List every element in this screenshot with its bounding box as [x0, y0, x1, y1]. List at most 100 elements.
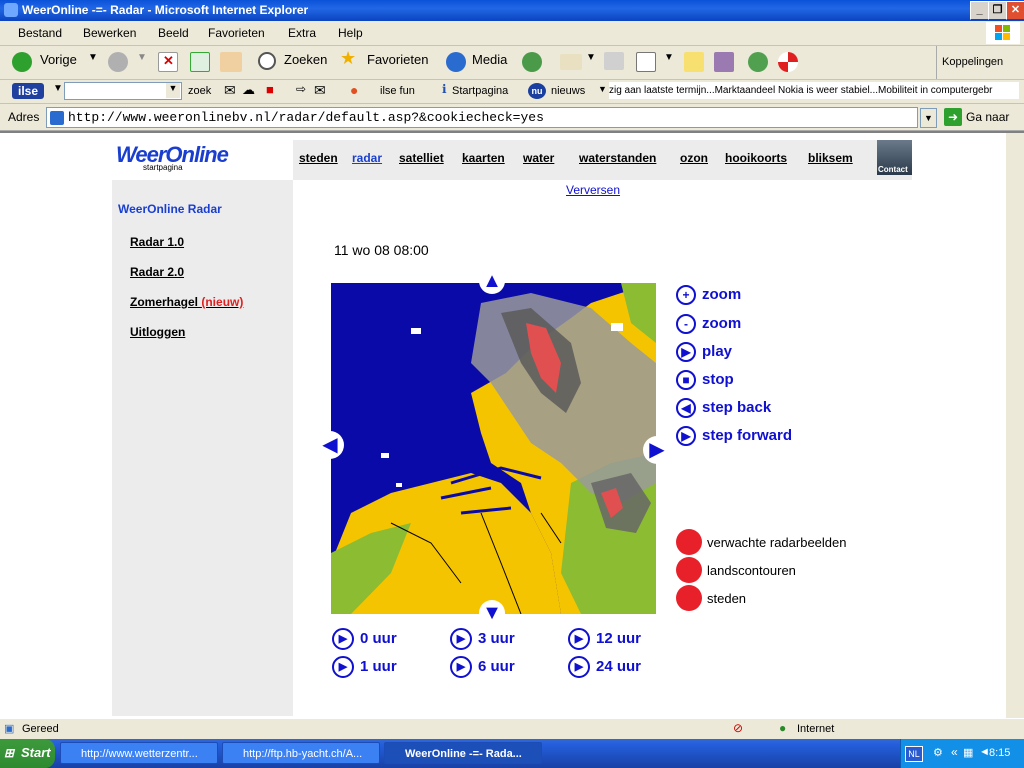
menu-help[interactable]: Help: [338, 26, 363, 40]
nav-steden[interactable]: steden: [299, 151, 338, 165]
address-dropdown-icon[interactable]: ▼: [920, 108, 937, 128]
sidebar-item-logout[interactable]: Uitloggen: [130, 325, 185, 339]
research-icon[interactable]: [714, 52, 734, 72]
messenger-icon[interactable]: [748, 52, 768, 72]
pan-down-icon[interactable]: ▼: [479, 600, 505, 626]
car-icon[interactable]: ■: [266, 82, 274, 97]
zoom-out-button[interactable]: - zoom: [676, 314, 741, 334]
discuss-icon[interactable]: [684, 52, 704, 72]
favorites-icon[interactable]: ★: [340, 48, 356, 69]
media-icon[interactable]: [446, 52, 466, 72]
search-button[interactable]: Zoeken: [284, 52, 327, 67]
nav-kaarten[interactable]: kaarten: [462, 151, 505, 165]
go-button[interactable]: Ga naar: [966, 110, 1009, 124]
site-logo-sub[interactable]: startpagina: [143, 163, 183, 172]
startpagina-link[interactable]: Startpagina: [452, 85, 508, 97]
task-button-1[interactable]: http://www.wetterzentr...: [60, 742, 218, 764]
edit-dropdown-icon[interactable]: ▼: [664, 52, 674, 63]
arrow-icon[interactable]: ⇨: [296, 82, 306, 96]
hour-button-1[interactable]: ▶ 1 uur: [332, 656, 397, 678]
search-icon[interactable]: [258, 52, 276, 70]
ilse-search-input[interactable]: [64, 82, 182, 100]
news-dropdown-icon[interactable]: ▼: [598, 84, 607, 94]
addon-icon[interactable]: [778, 52, 798, 72]
refresh-link[interactable]: Verversen: [566, 183, 620, 197]
refresh-icon[interactable]: [190, 52, 210, 72]
history-icon[interactable]: [522, 52, 542, 72]
minimize-button[interactable]: _: [970, 1, 989, 20]
network-icon[interactable]: ▦: [963, 746, 973, 759]
nav-satelliet[interactable]: satelliet: [399, 151, 444, 165]
language-indicator[interactable]: NL: [905, 746, 923, 762]
links-button[interactable]: Koppelingen: [942, 56, 1003, 68]
nav-ozon[interactable]: ozon: [680, 151, 708, 165]
menu-favorites[interactable]: Favorieten: [208, 26, 265, 40]
nav-hooikoorts[interactable]: hooikoorts: [725, 151, 787, 165]
nav-water[interactable]: water: [523, 151, 554, 165]
ilse-logo[interactable]: ilse: [12, 83, 44, 99]
tray-expand-icon[interactable]: «: [951, 745, 958, 759]
go-icon[interactable]: ➜: [944, 108, 962, 126]
layer-toggle-forecast[interactable]: [676, 529, 702, 555]
stop-button[interactable]: ■ stop: [676, 370, 734, 390]
girl-icon[interactable]: ●: [350, 82, 358, 98]
forward-icon[interactable]: [108, 52, 128, 72]
mail-dropdown-icon[interactable]: ▼: [586, 52, 596, 63]
layer-toggle-cities[interactable]: [676, 585, 702, 611]
nav-bliksem[interactable]: bliksem: [808, 151, 853, 165]
hour-button-6[interactable]: ▶ 6 uur: [450, 656, 515, 678]
close-button[interactable]: ✕: [1006, 1, 1024, 20]
step-forward-button[interactable]: ▶ step forward: [676, 426, 792, 446]
ilse-dropdown-icon[interactable]: ▼: [53, 83, 63, 94]
mail-icon[interactable]: [560, 54, 582, 70]
menu-edit[interactable]: Bewerken: [83, 26, 136, 40]
print-icon[interactable]: [604, 52, 624, 70]
step-back-button[interactable]: ◀ step back: [676, 398, 771, 418]
back-icon[interactable]: [12, 52, 32, 72]
ilse-fun-link[interactable]: ilse fun: [380, 85, 415, 97]
hour-button-0[interactable]: ▶ 0 uur: [332, 628, 397, 650]
pan-right-icon[interactable]: ▶: [643, 436, 671, 464]
favorites-button[interactable]: Favorieten: [367, 52, 428, 67]
edit-icon[interactable]: [636, 52, 656, 72]
menu-file[interactable]: Bestand: [18, 26, 62, 40]
maximize-button[interactable]: ❐: [988, 1, 1007, 20]
tray-icon[interactable]: ⚙: [933, 746, 943, 759]
menu-tools[interactable]: Extra: [288, 26, 316, 40]
nav-radar[interactable]: radar: [352, 151, 382, 165]
news-link[interactable]: nieuws: [551, 85, 585, 97]
zoom-in-button[interactable]: + zoom: [676, 285, 741, 305]
address-input[interactable]: http://www.weeronlinebv.nl/radar/default…: [46, 107, 918, 128]
sidebar-item-zomerhagel[interactable]: Zomerhagel (nieuw): [130, 295, 243, 309]
stop-icon[interactable]: ✕: [158, 52, 178, 72]
nu-logo[interactable]: nu: [528, 83, 546, 99]
start-button[interactable]: ⊞ Start: [0, 739, 55, 768]
info-icon[interactable]: ℹ: [442, 82, 447, 96]
news-ticker[interactable]: zig aan laatste termijn...Marktaandeel N…: [609, 82, 1019, 99]
task-button-3[interactable]: WeerOnline -=- Rada...: [384, 742, 542, 764]
back-dropdown-icon[interactable]: ▼: [88, 52, 98, 63]
sidebar-item-radar-2[interactable]: Radar 2.0: [130, 265, 184, 279]
pan-up-icon[interactable]: ▲: [479, 268, 505, 294]
weather-icon[interactable]: ☁: [242, 82, 255, 98]
hour-button-3[interactable]: ▶ 3 uur: [450, 628, 515, 650]
radar-map[interactable]: [331, 283, 656, 614]
pan-left-icon[interactable]: ◀: [316, 431, 344, 459]
sidebar-item-radar-1[interactable]: Radar 1.0: [130, 235, 184, 249]
forward-dropdown-icon[interactable]: ▼: [137, 52, 147, 63]
back-button[interactable]: Vorige: [40, 52, 77, 67]
mail2-icon[interactable]: ✉: [314, 82, 326, 99]
envelope-icon[interactable]: ✉: [224, 82, 236, 99]
hour-button-24[interactable]: ▶ 24 uur: [568, 656, 641, 678]
ilse-search-dropdown-icon[interactable]: ▼: [166, 83, 180, 98]
layer-toggle-contours[interactable]: [676, 557, 702, 583]
privacy-icon[interactable]: ⊘: [733, 721, 743, 735]
home-icon[interactable]: [220, 52, 242, 72]
scrollbar[interactable]: [1006, 133, 1024, 718]
task-button-2[interactable]: http://ftp.hb-yacht.ch/A...: [222, 742, 380, 764]
menu-view[interactable]: Beeld: [158, 26, 189, 40]
contact-image[interactable]: Contact: [877, 140, 912, 175]
hour-button-12[interactable]: ▶ 12 uur: [568, 628, 641, 650]
media-button[interactable]: Media: [472, 52, 507, 67]
play-button[interactable]: ▶ play: [676, 342, 732, 362]
